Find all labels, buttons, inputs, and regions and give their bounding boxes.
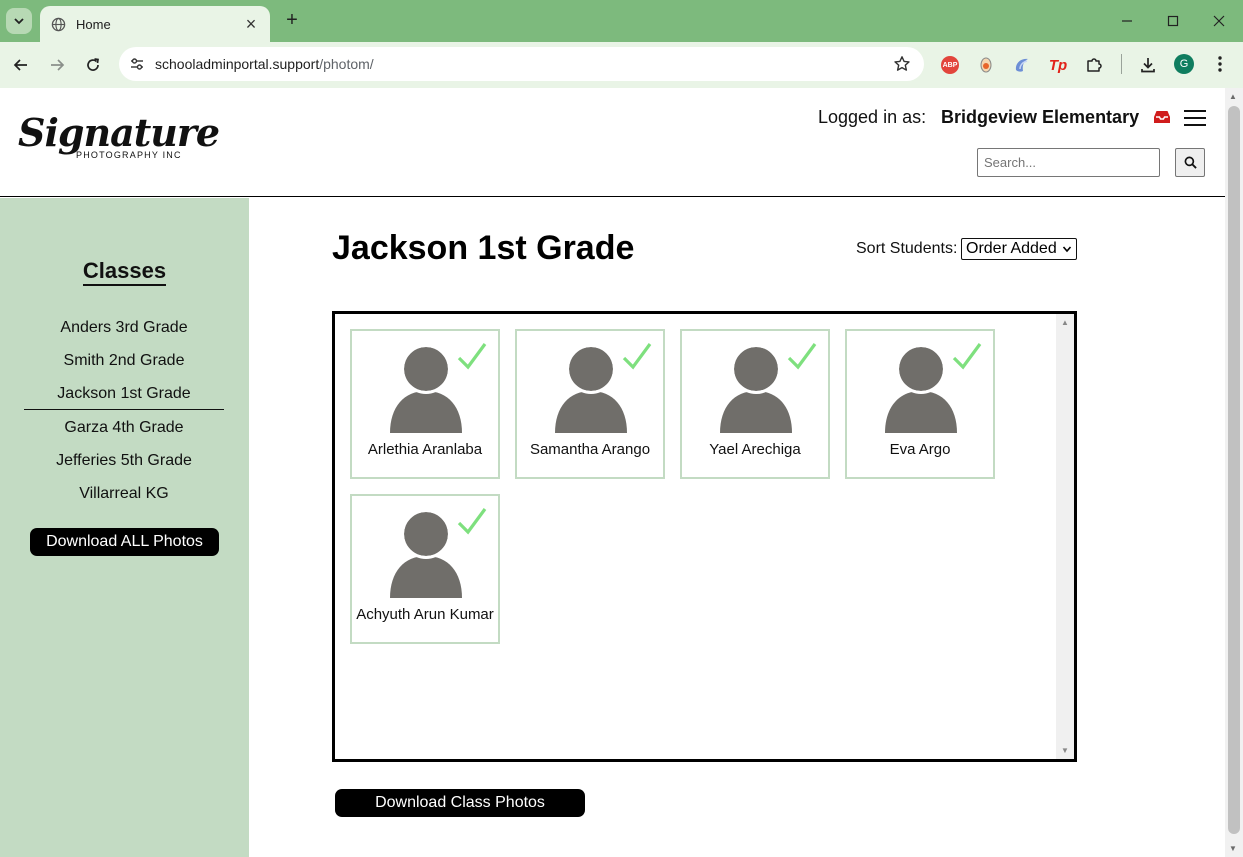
student-roster: Arlethia Aranlaba Samantha Arango Yael A… [332,311,1077,762]
orange-extension-icon[interactable] [975,54,997,76]
student-avatar-icon [390,510,462,598]
maximize-button[interactable] [1160,10,1186,32]
toolbar-separator [1121,54,1122,74]
sort-selected-value: Order Added [966,240,1057,257]
scroll-up-arrow-icon[interactable]: ▲ [1229,92,1237,101]
download-class-photos-button[interactable]: Download Class Photos [335,789,585,817]
reload-icon [87,58,99,71]
student-name: Eva Argo [889,441,951,458]
profile-avatar[interactable]: G [1174,54,1194,74]
address-bar[interactable]: schooladminportal.support/photom/ [119,47,924,81]
sort-students-label: Sort Students: [856,240,958,257]
class-item-jefferies-5th-grade[interactable]: Jefferies 5th Grade [24,452,224,470]
roster-scrollbar[interactable]: ▲ ▼ [1056,314,1074,759]
class-item-jackson-1st-grade[interactable]: Jackson 1st Grade [24,385,224,410]
student-card[interactable]: Achyuth Arun Kumar [350,494,500,644]
chevron-down-icon [1062,246,1072,253]
class-item-garza-4th-grade[interactable]: Garza 4th Grade [24,419,224,437]
minimize-icon [1122,20,1132,22]
student-card[interactable]: Samantha Arango [515,329,665,479]
minimize-button[interactable] [1114,10,1140,32]
blue-extension-icon[interactable] [1011,54,1033,76]
download-icon[interactable] [1137,54,1159,76]
scroll-up-arrow-icon[interactable]: ▲ [1061,318,1069,327]
browser-tab-home[interactable]: Home × [40,6,270,42]
arrow-left-icon [13,59,27,71]
tp-extension-icon[interactable]: Tp [1047,54,1069,76]
student-name: Yael Arechiga [709,441,801,458]
search-icon [1184,156,1197,169]
check-icon [457,508,487,535]
close-window-button[interactable] [1206,10,1232,32]
class-item-anders-3rd-grade[interactable]: Anders 3rd Grade [24,319,224,337]
logged-in-label: Logged in as: [818,107,927,127]
student-card[interactable]: Yael Arechiga [680,329,830,479]
hamburger-menu-icon[interactable] [1184,110,1206,126]
globe-icon [50,16,66,32]
school-name: Bridgeview Elementary [941,107,1140,127]
check-icon [622,343,652,370]
class-title: Jackson 1st Grade [332,229,635,267]
arrow-right-icon [51,59,65,71]
scrollbar-thumb[interactable] [1228,106,1240,834]
student-avatar-icon [390,345,462,433]
student-avatar-icon [555,345,627,433]
logo-script: Signature [18,110,220,155]
page-scrollbar[interactable]: ▲ ▼ [1225,88,1243,857]
download-all-photos-button[interactable]: Download ALL Photos [30,528,219,556]
classes-sidebar: Classes Anders 3rd Grade Smith 2nd Grade… [0,198,249,857]
site-header: Signature PHOTOGRAPHY INC Logged in as: … [0,88,1225,197]
scroll-down-arrow-icon[interactable]: ▼ [1229,844,1237,853]
student-card[interactable]: Eva Argo [845,329,995,479]
back-button[interactable] [9,53,33,77]
class-item-smith-2nd-grade[interactable]: Smith 2nd Grade [24,352,224,370]
class-item-villarreal-kg[interactable]: Villarreal KG [24,485,224,503]
student-avatar-icon [720,345,792,433]
check-icon [787,343,817,370]
scroll-down-arrow-icon[interactable]: ▼ [1061,746,1069,755]
extensions-puzzle-icon[interactable] [1083,54,1105,76]
student-card[interactable]: Arlethia Aranlaba [350,329,500,479]
maximize-icon [1167,15,1179,27]
page-content: Signature PHOTOGRAPHY INC Logged in as: … [0,88,1225,857]
browser-toolbar: schooladminportal.support/photom/ ABP Tp [0,42,1243,88]
check-icon [952,343,982,370]
reload-button[interactable] [81,53,105,77]
browser-menu-icon[interactable] [1210,53,1230,75]
inbox-icon[interactable] [1153,109,1171,125]
student-name: Arlethia Aranlaba [367,441,483,458]
browser-tab-strip: Home × + [0,0,1243,42]
logo-subtitle: PHOTOGRAPHY INC [76,150,182,160]
student-avatar-icon [885,345,957,433]
forward-button[interactable] [45,53,69,77]
site-settings-icon[interactable] [128,55,146,73]
bookmark-star-icon[interactable] [892,54,912,74]
close-tab-icon[interactable]: × [242,15,260,33]
url-path: /photom/ [319,56,374,72]
sort-students-select[interactable]: Order Added [961,238,1077,260]
student-name: Samantha Arango [529,441,651,458]
check-icon [457,343,487,370]
classes-title: Classes [0,258,249,286]
search-input[interactable] [977,148,1160,177]
signature-photography-logo[interactable]: Signature PHOTOGRAPHY INC [18,110,220,168]
tab-search-button[interactable] [6,8,32,34]
new-tab-button[interactable]: + [281,10,303,32]
chevron-down-icon [14,18,24,25]
student-name: Achyuth Arun Kumar [356,606,494,623]
url-host: schooladminportal.support [155,56,320,72]
search-button[interactable] [1175,148,1205,177]
tab-title: Home [76,16,111,32]
close-icon [1213,15,1225,27]
adblock-plus-icon[interactable]: ABP [939,54,961,76]
